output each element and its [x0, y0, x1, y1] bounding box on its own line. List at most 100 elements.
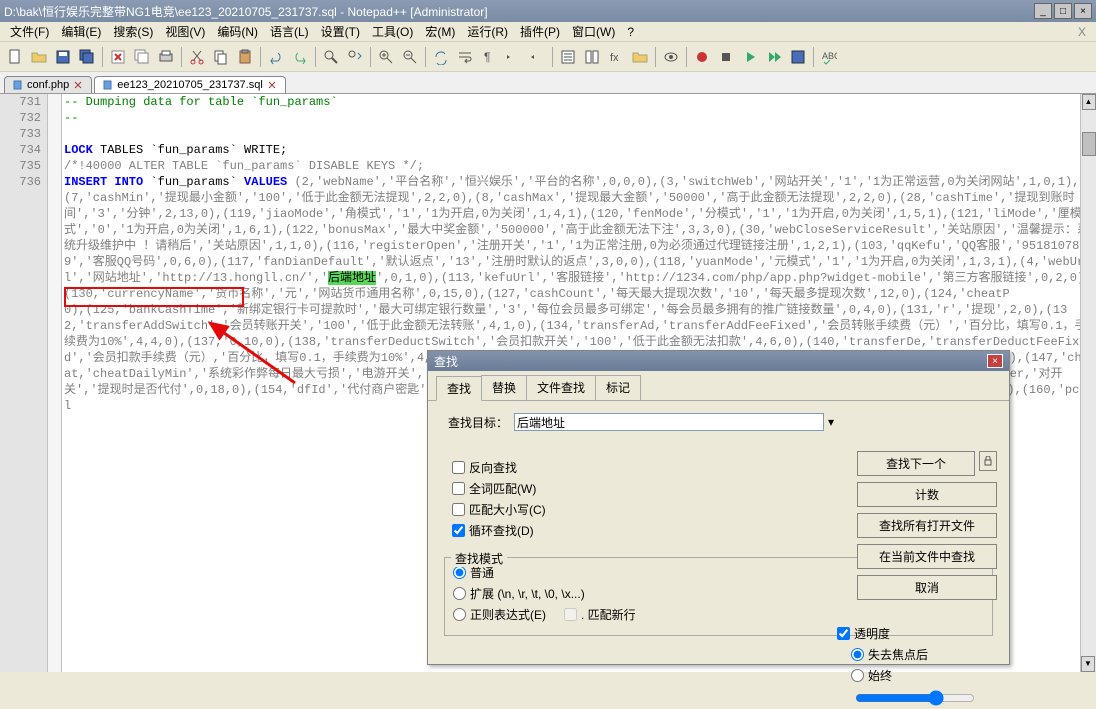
find-next-button[interactable]: 查找下一个	[857, 451, 975, 476]
tool-play[interactable]	[739, 46, 761, 68]
tool-outdent[interactable]	[526, 46, 548, 68]
menu-settings[interactable]: 设置(T)	[315, 21, 366, 42]
svg-text:ABC: ABC	[822, 51, 837, 61]
tool-find[interactable]	[320, 46, 342, 68]
tool-record[interactable]	[691, 46, 713, 68]
menu-run[interactable]: 运行(R)	[461, 21, 514, 42]
close-icon	[110, 49, 126, 65]
tool-copy[interactable]	[210, 46, 232, 68]
window-title: D:\bak\恒行娱乐完整带NG1电竞\ee123_20210705_23173…	[4, 3, 488, 20]
line-num: 731	[6, 94, 41, 110]
tool-print[interactable]	[155, 46, 177, 68]
tool-close[interactable]	[107, 46, 129, 68]
tool-indent[interactable]	[502, 46, 524, 68]
menu-help[interactable]: ?	[621, 23, 640, 41]
line-num: 733	[6, 126, 41, 142]
search-icon	[323, 49, 339, 65]
tool-allchars[interactable]: ¶	[478, 46, 500, 68]
toolbar-sep	[370, 47, 371, 67]
menubar-close-x[interactable]: X	[1072, 25, 1092, 39]
tool-wrap[interactable]	[454, 46, 476, 68]
menu-encoding[interactable]: 编码(N)	[211, 21, 264, 42]
menu-language[interactable]: 语言(L)	[264, 21, 315, 42]
vertical-scrollbar[interactable]: ▲ ▼	[1080, 94, 1096, 672]
tool-paste[interactable]	[234, 46, 256, 68]
scroll-thumb[interactable]	[1082, 132, 1096, 156]
svg-text:fx: fx	[610, 52, 619, 64]
tool-docmap[interactable]	[581, 46, 603, 68]
menu-window[interactable]: 窗口(W)	[566, 21, 621, 42]
menu-file[interactable]: 文件(F)	[4, 21, 55, 42]
cancel-button[interactable]: 取消	[857, 575, 997, 600]
tool-stop[interactable]	[715, 46, 737, 68]
dialog-close-button[interactable]: ×	[987, 354, 1003, 368]
folder-icon	[31, 49, 47, 65]
tab-findfiles[interactable]: 文件查找	[526, 375, 596, 400]
tab-find[interactable]: 查找	[436, 376, 482, 401]
tool-savemacro[interactable]	[787, 46, 809, 68]
opt-label: 全词匹配(W)	[469, 480, 536, 497]
code-line: /*!40000 ALTER TABLE `fun_params` DISABL…	[64, 159, 424, 173]
find-target-input[interactable]	[514, 413, 824, 431]
find-in-current-button[interactable]: 在当前文件中查找	[857, 544, 997, 569]
tool-playmulti[interactable]	[763, 46, 785, 68]
tool-replace[interactable]	[344, 46, 366, 68]
tab-replace[interactable]: 替换	[481, 375, 527, 400]
opt-transparency[interactable]: 透明度	[837, 625, 997, 642]
window-close-button[interactable]: ×	[1074, 3, 1092, 19]
code-text: TABLES `fun_params` WRITE;	[93, 143, 287, 157]
folderpanel-icon	[632, 49, 648, 65]
trans-lostfocus[interactable]: 失去焦点后	[851, 646, 997, 663]
print-icon	[158, 49, 174, 65]
menu-search[interactable]: 搜索(S)	[107, 21, 159, 42]
tool-folder[interactable]	[629, 46, 651, 68]
scroll-up-icon[interactable]: ▲	[1082, 94, 1096, 110]
radio-label: 始终	[868, 667, 892, 684]
tool-new[interactable]	[4, 46, 26, 68]
tab-close-icon[interactable]	[267, 80, 277, 90]
menu-macro[interactable]: 宏(M)	[419, 21, 461, 42]
play-icon	[742, 49, 758, 65]
menu-edit[interactable]: 编辑(E)	[55, 21, 107, 42]
tool-open[interactable]	[28, 46, 50, 68]
count-button[interactable]: 计数	[857, 482, 997, 507]
scroll-down-icon[interactable]: ▼	[1081, 656, 1095, 672]
tool-zoomout[interactable]	[399, 46, 421, 68]
tool-saveall[interactable]	[76, 46, 98, 68]
document-tabs: conf.php ee123_20210705_231737.sql	[0, 72, 1096, 94]
tool-spellcheck[interactable]: ABC	[818, 46, 840, 68]
tab-close-icon[interactable]	[73, 80, 83, 90]
menu-tools[interactable]: 工具(O)	[366, 21, 419, 42]
window-max-button[interactable]: □	[1054, 3, 1072, 19]
tool-funcs[interactable]: fx	[605, 46, 627, 68]
code-text: (2,'webName','平台名称','恒兴娱乐','平台的名称',0,0,0…	[64, 175, 1089, 285]
tool-doclist[interactable]	[557, 46, 579, 68]
radio-label: 失去焦点后	[868, 646, 928, 663]
undo-icon	[268, 49, 284, 65]
find-all-open-button[interactable]: 查找所有打开文件	[857, 513, 997, 538]
menu-view[interactable]: 视图(V)	[159, 21, 211, 42]
mode-regex[interactable]: 正则表达式(E) . 匹配新行	[453, 606, 984, 623]
tab-conf-php[interactable]: conf.php	[4, 76, 92, 93]
window-min-button[interactable]: _	[1034, 3, 1052, 19]
tab-mark[interactable]: 标记	[595, 375, 641, 400]
toolbar-sep	[552, 47, 553, 67]
transparency-slider[interactable]	[855, 690, 975, 706]
line-num: 736	[6, 174, 41, 190]
menu-plugins[interactable]: 插件(P)	[514, 21, 566, 42]
tool-sync[interactable]	[430, 46, 452, 68]
tab-sql-file[interactable]: ee123_20210705_231737.sql	[94, 76, 286, 93]
dialog-titlebar[interactable]: 查找 ×	[428, 351, 1009, 371]
trans-always[interactable]: 始终	[851, 667, 997, 684]
dropdown-icon[interactable]: ▾	[828, 415, 834, 429]
tool-monitor[interactable]	[660, 46, 682, 68]
tool-undo[interactable]	[265, 46, 287, 68]
tool-save[interactable]	[52, 46, 74, 68]
find-lock-button[interactable]	[979, 451, 997, 471]
tool-cut[interactable]	[186, 46, 208, 68]
tool-redo[interactable]	[289, 46, 311, 68]
toolbar-sep	[686, 47, 687, 67]
code-kw: VALUES	[244, 175, 287, 189]
tool-zoomin[interactable]	[375, 46, 397, 68]
tool-closeall[interactable]	[131, 46, 153, 68]
